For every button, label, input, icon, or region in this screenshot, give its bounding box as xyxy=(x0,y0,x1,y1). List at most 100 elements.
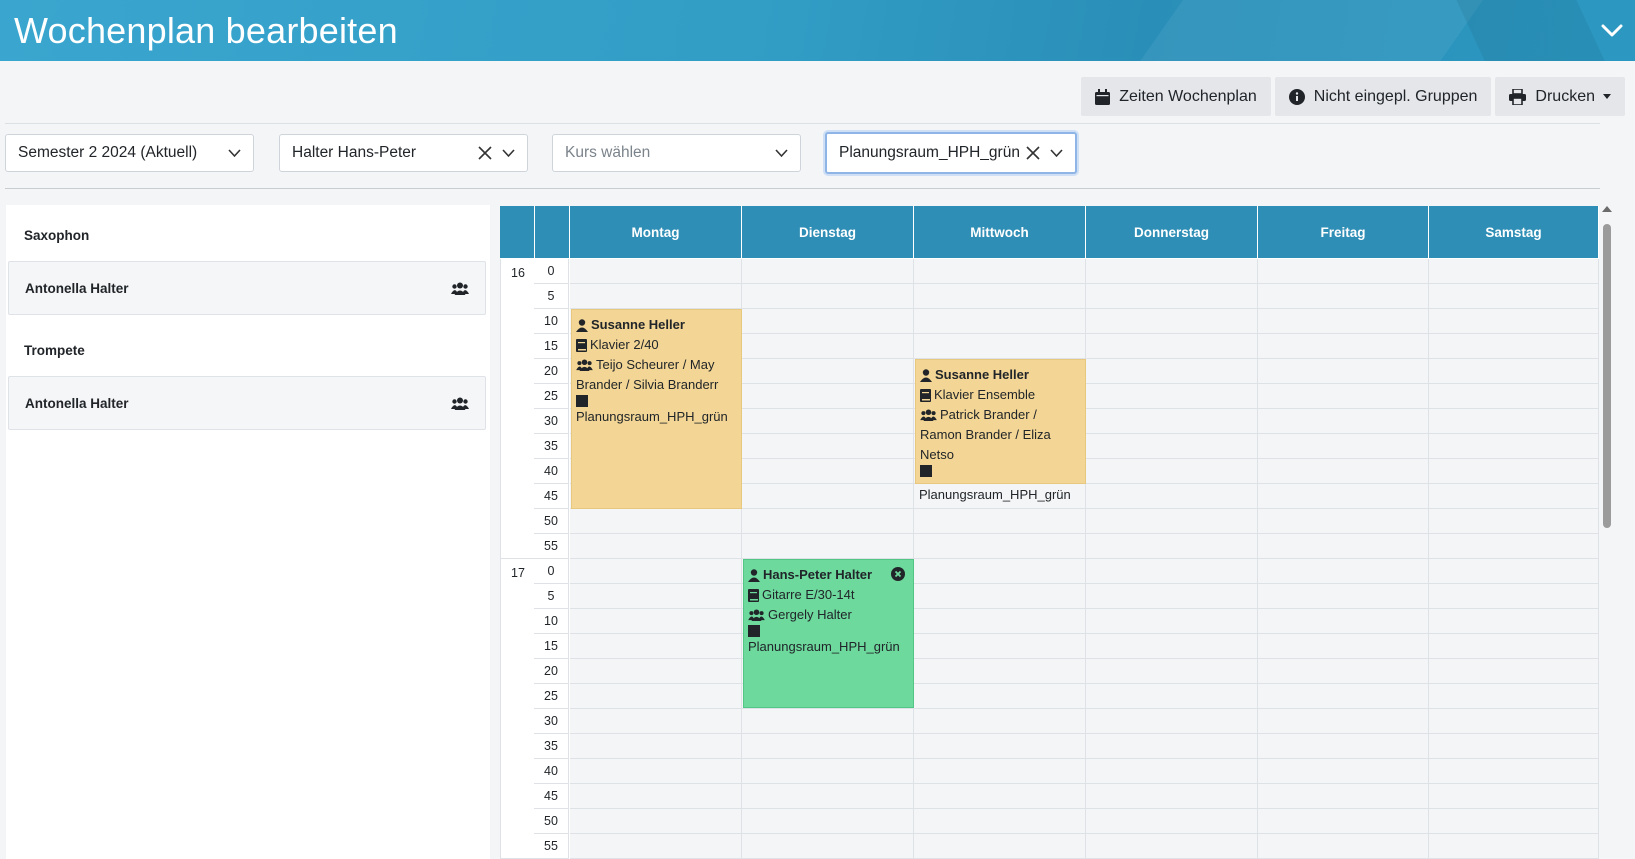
time-slot[interactable] xyxy=(1258,784,1429,809)
time-slot[interactable] xyxy=(1086,759,1258,784)
time-slot[interactable] xyxy=(570,534,742,559)
chevron-down-icon[interactable] xyxy=(1601,22,1623,40)
time-slot[interactable] xyxy=(1258,284,1429,309)
time-slot[interactable] xyxy=(1258,459,1429,484)
time-slot[interactable] xyxy=(742,459,914,484)
lesson-event[interactable]: Susanne Heller Klavier Ensemble Patrick … xyxy=(915,359,1086,484)
time-slot[interactable] xyxy=(742,809,914,834)
time-slot[interactable] xyxy=(914,534,1086,559)
time-slot[interactable] xyxy=(1429,484,1599,509)
time-slot[interactable] xyxy=(1086,684,1258,709)
time-slot[interactable] xyxy=(1429,584,1599,609)
time-slot[interactable] xyxy=(1429,809,1599,834)
time-slot[interactable] xyxy=(570,759,742,784)
group-card[interactable]: Antonella Halter xyxy=(8,261,486,315)
time-slot[interactable] xyxy=(1258,834,1429,859)
time-slot[interactable] xyxy=(1429,284,1599,309)
time-slot[interactable] xyxy=(914,284,1086,309)
time-slot[interactable] xyxy=(1429,559,1599,584)
print-button[interactable]: Drucken xyxy=(1495,77,1625,116)
time-slot[interactable] xyxy=(1086,309,1258,334)
time-slot[interactable] xyxy=(1258,709,1429,734)
time-slot[interactable] xyxy=(1086,734,1258,759)
time-slot[interactable] xyxy=(1429,734,1599,759)
time-slot[interactable] xyxy=(1429,709,1599,734)
time-slot[interactable] xyxy=(1086,534,1258,559)
teacher-select[interactable]: Halter Hans-Peter xyxy=(279,134,528,172)
time-slot[interactable] xyxy=(742,309,914,334)
time-slot[interactable] xyxy=(1086,584,1258,609)
time-slot[interactable] xyxy=(1429,359,1599,384)
time-slot[interactable] xyxy=(1086,434,1258,459)
time-slot[interactable] xyxy=(1086,484,1258,509)
time-slot[interactable] xyxy=(1086,634,1258,659)
time-slot[interactable] xyxy=(914,634,1086,659)
time-slot[interactable] xyxy=(742,834,914,859)
time-slot[interactable] xyxy=(1258,734,1429,759)
time-slot[interactable] xyxy=(1429,609,1599,634)
clear-icon[interactable] xyxy=(478,146,492,160)
clear-icon[interactable] xyxy=(1026,146,1040,160)
time-slot[interactable] xyxy=(570,734,742,759)
unplanned-groups-button[interactable]: Nicht eingepl. Gruppen xyxy=(1274,77,1492,116)
time-slot[interactable] xyxy=(570,559,742,584)
time-slot[interactable] xyxy=(1429,459,1599,484)
time-slot[interactable] xyxy=(1429,409,1599,434)
time-slot[interactable] xyxy=(1429,334,1599,359)
time-slot[interactable] xyxy=(1429,534,1599,559)
time-slot[interactable] xyxy=(742,259,914,284)
time-slot[interactable] xyxy=(1429,309,1599,334)
time-slot[interactable] xyxy=(1429,834,1599,859)
time-slot[interactable] xyxy=(742,509,914,534)
time-slot[interactable] xyxy=(914,709,1086,734)
time-slot[interactable] xyxy=(1258,409,1429,434)
time-slot[interactable] xyxy=(570,284,742,309)
time-slot[interactable] xyxy=(914,684,1086,709)
remove-circle-icon[interactable] xyxy=(891,567,905,581)
time-slot[interactable] xyxy=(1258,759,1429,784)
time-slot[interactable] xyxy=(742,484,914,509)
time-slot[interactable] xyxy=(1086,509,1258,534)
time-slot[interactable] xyxy=(914,659,1086,684)
scroll-thumb[interactable] xyxy=(1603,224,1611,528)
time-slot[interactable] xyxy=(1086,459,1258,484)
time-slot[interactable] xyxy=(570,709,742,734)
time-slot[interactable] xyxy=(742,409,914,434)
time-slot[interactable] xyxy=(914,734,1086,759)
time-slot[interactable] xyxy=(1429,634,1599,659)
time-slot[interactable] xyxy=(1258,559,1429,584)
time-slot[interactable] xyxy=(1258,659,1429,684)
time-slot[interactable] xyxy=(1258,259,1429,284)
time-slot[interactable] xyxy=(1258,434,1429,459)
time-slot[interactable] xyxy=(570,784,742,809)
time-slot[interactable] xyxy=(914,259,1086,284)
time-slot[interactable] xyxy=(570,634,742,659)
time-slot[interactable] xyxy=(1258,309,1429,334)
lesson-event[interactable]: Hans-Peter Halter Gitarre E/30-14t Gerge… xyxy=(743,559,914,708)
time-slot[interactable] xyxy=(914,509,1086,534)
time-slot[interactable] xyxy=(1086,334,1258,359)
time-slot[interactable] xyxy=(1429,384,1599,409)
time-slot[interactable] xyxy=(914,784,1086,809)
time-slot[interactable] xyxy=(1258,684,1429,709)
time-slot[interactable] xyxy=(742,434,914,459)
time-slot[interactable] xyxy=(1258,534,1429,559)
time-slot[interactable] xyxy=(1086,784,1258,809)
time-slot[interactable] xyxy=(1086,834,1258,859)
time-slot[interactable] xyxy=(1086,284,1258,309)
time-slot[interactable] xyxy=(1086,409,1258,434)
time-slot[interactable] xyxy=(1258,334,1429,359)
time-slot[interactable] xyxy=(1086,384,1258,409)
time-slot[interactable] xyxy=(914,809,1086,834)
time-slot[interactable] xyxy=(1086,809,1258,834)
semester-select[interactable]: Semester 2 2024 (Aktuell) xyxy=(5,134,254,172)
time-slot[interactable] xyxy=(914,759,1086,784)
times-weekplan-button[interactable]: Zeiten Wochenplan xyxy=(1081,77,1271,116)
time-slot[interactable] xyxy=(1258,584,1429,609)
time-slot[interactable] xyxy=(1258,359,1429,384)
time-slot[interactable] xyxy=(1086,709,1258,734)
time-slot[interactable] xyxy=(914,584,1086,609)
lesson-event[interactable]: Susanne Heller Klavier 2/40 Teijo Scheur… xyxy=(571,309,742,509)
time-slot[interactable] xyxy=(1429,659,1599,684)
time-slot[interactable] xyxy=(1258,509,1429,534)
